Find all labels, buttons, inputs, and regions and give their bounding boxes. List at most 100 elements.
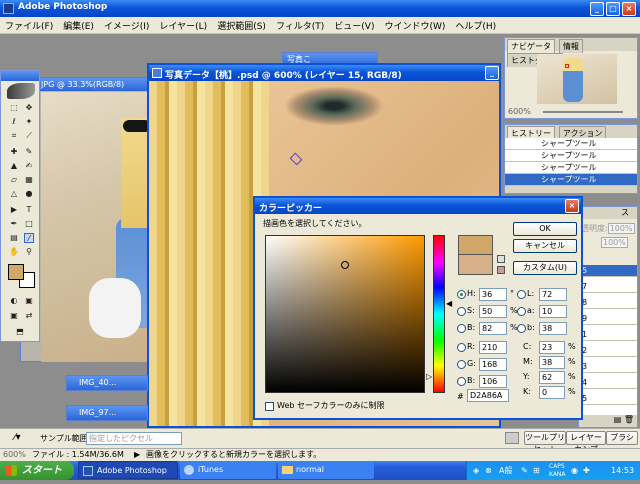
- lab-b-field[interactable]: 38: [539, 322, 567, 335]
- maximize-icon[interactable]: □: [606, 2, 620, 16]
- hex-field[interactable]: D2A86A: [467, 389, 509, 402]
- yellow-field[interactable]: 62: [539, 371, 565, 384]
- color-picker-close-icon[interactable]: ×: [565, 199, 579, 213]
- jump-to-icon[interactable]: ⇄: [24, 311, 34, 321]
- marquee-tool-icon[interactable]: ⬚: [9, 103, 19, 113]
- navigator-slider[interactable]: [543, 111, 623, 113]
- web-safe-swatch[interactable]: [497, 266, 505, 274]
- screen-mode-icon[interactable]: ▣: [24, 296, 34, 306]
- brightness-field[interactable]: 82: [479, 322, 507, 335]
- menu-image[interactable]: イメージ(I): [99, 19, 155, 32]
- cancel-button[interactable]: キャンセル: [513, 239, 577, 253]
- tab-tool-presets[interactable]: ツールプリセット: [524, 431, 566, 454]
- new-layer-icon[interactable]: ▤: [614, 415, 622, 424]
- layer-row[interactable]: 1: [579, 329, 637, 341]
- eyedropper-tool-icon[interactable]: ⁄: [24, 233, 34, 243]
- tab-brushes[interactable]: ブラシ: [606, 431, 638, 445]
- brush-tool-icon[interactable]: ✎: [24, 147, 34, 157]
- layer-row[interactable]: 8: [579, 297, 637, 309]
- path-select-tool-icon[interactable]: ▶: [9, 205, 19, 215]
- menu-filter[interactable]: フィルタ(T): [271, 19, 329, 32]
- tray-icon-b[interactable]: ✎: [521, 461, 528, 480]
- minimize-icon[interactable]: _: [590, 2, 604, 16]
- ok-button[interactable]: OK: [513, 222, 577, 236]
- menu-layer[interactable]: レイヤー(L): [154, 19, 212, 32]
- pen-tool-icon[interactable]: ✒: [9, 219, 19, 229]
- minimized-window-2[interactable]: IMG_97...: [66, 405, 148, 421]
- tab-info[interactable]: 情報: [558, 39, 583, 53]
- eraser-tool-icon[interactable]: ▱: [9, 175, 19, 185]
- palette-well-icon[interactable]: [505, 432, 519, 444]
- hue-slider[interactable]: [433, 235, 445, 393]
- tray-ime-icon[interactable]: ⊗: [485, 461, 492, 480]
- hue-radio[interactable]: [457, 290, 466, 299]
- notes-tool-icon[interactable]: ▤: [9, 233, 19, 243]
- custom-button[interactable]: カスタム(U): [513, 261, 577, 275]
- menu-view[interactable]: ビュー(V): [329, 19, 379, 32]
- navigator-view-box[interactable]: [565, 64, 569, 68]
- saturation-radio[interactable]: [457, 307, 466, 316]
- status-arrow-icon[interactable]: ▶: [134, 450, 140, 459]
- menu-select[interactable]: 選択範囲(S): [212, 19, 271, 32]
- saturation-field[interactable]: 50: [479, 305, 507, 318]
- eyedropper-option-icon[interactable]: ⁄▾: [14, 432, 21, 443]
- history-item[interactable]: シャープツール: [505, 150, 637, 162]
- lab-a-field[interactable]: 10: [539, 305, 567, 318]
- current-color-swatch[interactable]: [458, 255, 493, 275]
- cyan-field[interactable]: 23: [539, 341, 565, 354]
- lab-l-field[interactable]: 72: [539, 288, 567, 301]
- black-field[interactable]: 0: [539, 386, 565, 399]
- tray-icon-c[interactable]: ⊞: [533, 461, 540, 480]
- dodge-tool-icon[interactable]: ●: [24, 189, 34, 199]
- shape-tool-icon[interactable]: □: [24, 219, 34, 229]
- start-button[interactable]: スタート: [0, 461, 74, 480]
- history-item[interactable]: シャープツール: [505, 138, 637, 150]
- gradient-tool-icon[interactable]: ▦: [24, 175, 34, 185]
- green-field[interactable]: 168: [479, 358, 507, 371]
- minimized-window-1[interactable]: IMG_40...: [66, 375, 148, 391]
- magic-wand-tool-icon[interactable]: ✦: [24, 117, 34, 127]
- history-brush-tool-icon[interactable]: ✍: [24, 161, 34, 171]
- screen-mode-full-icon[interactable]: ▣: [9, 311, 19, 321]
- menu-edit[interactable]: 編集(E): [58, 19, 99, 32]
- layer-row[interactable]: 5: [579, 393, 637, 405]
- slice-tool-icon[interactable]: ⟋: [24, 131, 34, 141]
- red-field[interactable]: 210: [479, 341, 507, 354]
- green-radio[interactable]: [457, 360, 466, 369]
- layer-row[interactable]: 2: [579, 345, 637, 357]
- type-tool-icon[interactable]: T: [24, 205, 34, 215]
- quickmask-mode-icon[interactable]: ◐: [9, 296, 19, 306]
- history-item[interactable]: シャープツール: [505, 162, 637, 174]
- tab-navigator[interactable]: ナビゲータ: [507, 39, 555, 53]
- taskbar-item-photoshop[interactable]: Adobe Photoshop: [78, 461, 178, 479]
- websafe-checkbox[interactable]: [265, 402, 274, 411]
- hand-tool-icon[interactable]: ✋: [9, 247, 19, 257]
- imageready-icon[interactable]: ⬒: [15, 327, 25, 337]
- magenta-field[interactable]: 38: [539, 356, 565, 369]
- hue-slider-left-arrow-icon[interactable]: ▷: [426, 372, 432, 381]
- layers-fill-value[interactable]: 100%: [601, 237, 628, 248]
- lasso-tool-icon[interactable]: ℓ: [9, 117, 19, 127]
- move-tool-icon[interactable]: ✥: [24, 103, 34, 113]
- taskbar-item-itunes[interactable]: iTunes: [180, 461, 276, 479]
- trash-icon[interactable]: 🗑: [624, 415, 634, 424]
- close-icon[interactable]: ×: [622, 2, 636, 16]
- zoom-tool-icon[interactable]: ⚲: [24, 247, 34, 257]
- lab-a-radio[interactable]: [517, 307, 526, 316]
- layer-row[interactable]: 3: [579, 361, 637, 373]
- tray-icon-d[interactable]: ◉: [571, 461, 578, 480]
- layers-tab-fragment[interactable]: ス: [621, 208, 629, 217]
- blue-field[interactable]: 106: [479, 375, 507, 388]
- taskbar-item-folder[interactable]: normal: [278, 461, 374, 479]
- red-radio[interactable]: [457, 343, 466, 352]
- stamp-tool-icon[interactable]: ▲: [9, 161, 19, 171]
- menu-file[interactable]: ファイル(F): [0, 19, 58, 32]
- blue-radio[interactable]: [457, 377, 466, 386]
- cube-icon[interactable]: [497, 255, 505, 263]
- brightness-radio[interactable]: [457, 324, 466, 333]
- history-item-selected[interactable]: シャープツール: [505, 174, 637, 186]
- hue-slider-right-arrow-icon[interactable]: ◀: [446, 299, 452, 308]
- layer-row-selected[interactable]: 5: [579, 265, 637, 277]
- lab-l-radio[interactable]: [517, 290, 526, 299]
- menu-help[interactable]: ヘルプ(H): [450, 19, 501, 32]
